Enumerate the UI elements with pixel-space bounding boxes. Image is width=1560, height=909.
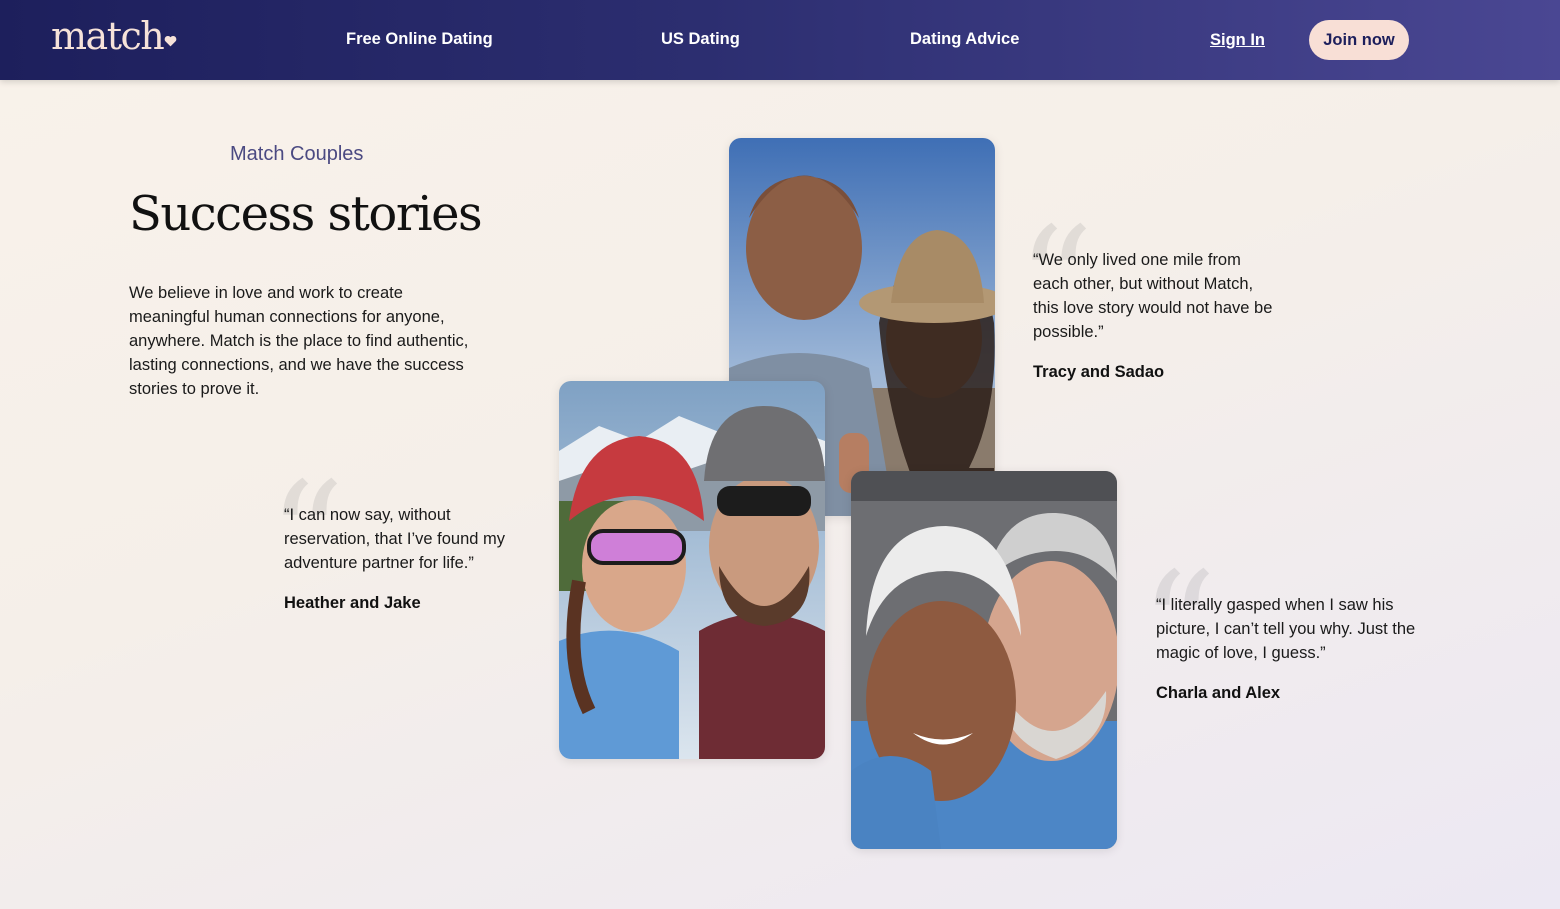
testimonial-names: Charla and Alex [1156,684,1281,702]
page-title: Success stories [129,186,483,242]
testimonial-tracy-sadao: “ “We only lived one mile from each othe… [1017,208,1273,384]
section-eyebrow: Match Couples [230,143,364,165]
join-now-button[interactable]: Join now [1309,20,1409,60]
nav-free-online-dating[interactable]: Free Online Dating [346,29,493,49]
testimonial-charla-alex: “ “I literally gasped when I saw his pic… [1140,553,1416,705]
couple-photo-heather-jake [559,381,825,759]
logo-wordmark: match [51,14,165,58]
nav-us-dating[interactable]: US Dating [661,29,740,49]
testimonial-names: Heather and Jake [284,594,421,612]
testimonial-quote: “I can now say, without reservation, tha… [284,506,506,572]
couple-photo-charla-alex [851,471,1117,849]
heart-icon [164,35,177,49]
testimonial-heather-jake: “ “I can now say, without reservation, t… [268,463,524,615]
testimonial-quote: “We only lived one mile from each other,… [1033,251,1273,341]
sign-in-link[interactable]: Sign In [1210,30,1265,50]
match-logo[interactable]: match [51,14,177,58]
testimonial-names: Tracy and Sadao [1033,363,1165,381]
site-header: match Free Online Dating US Dating Datin… [0,0,1560,80]
nav-dating-advice[interactable]: Dating Advice [910,29,1019,49]
intro-paragraph: We believe in love and work to create me… [129,284,469,398]
testimonial-quote: “I literally gasped when I saw his pictu… [1156,596,1416,662]
